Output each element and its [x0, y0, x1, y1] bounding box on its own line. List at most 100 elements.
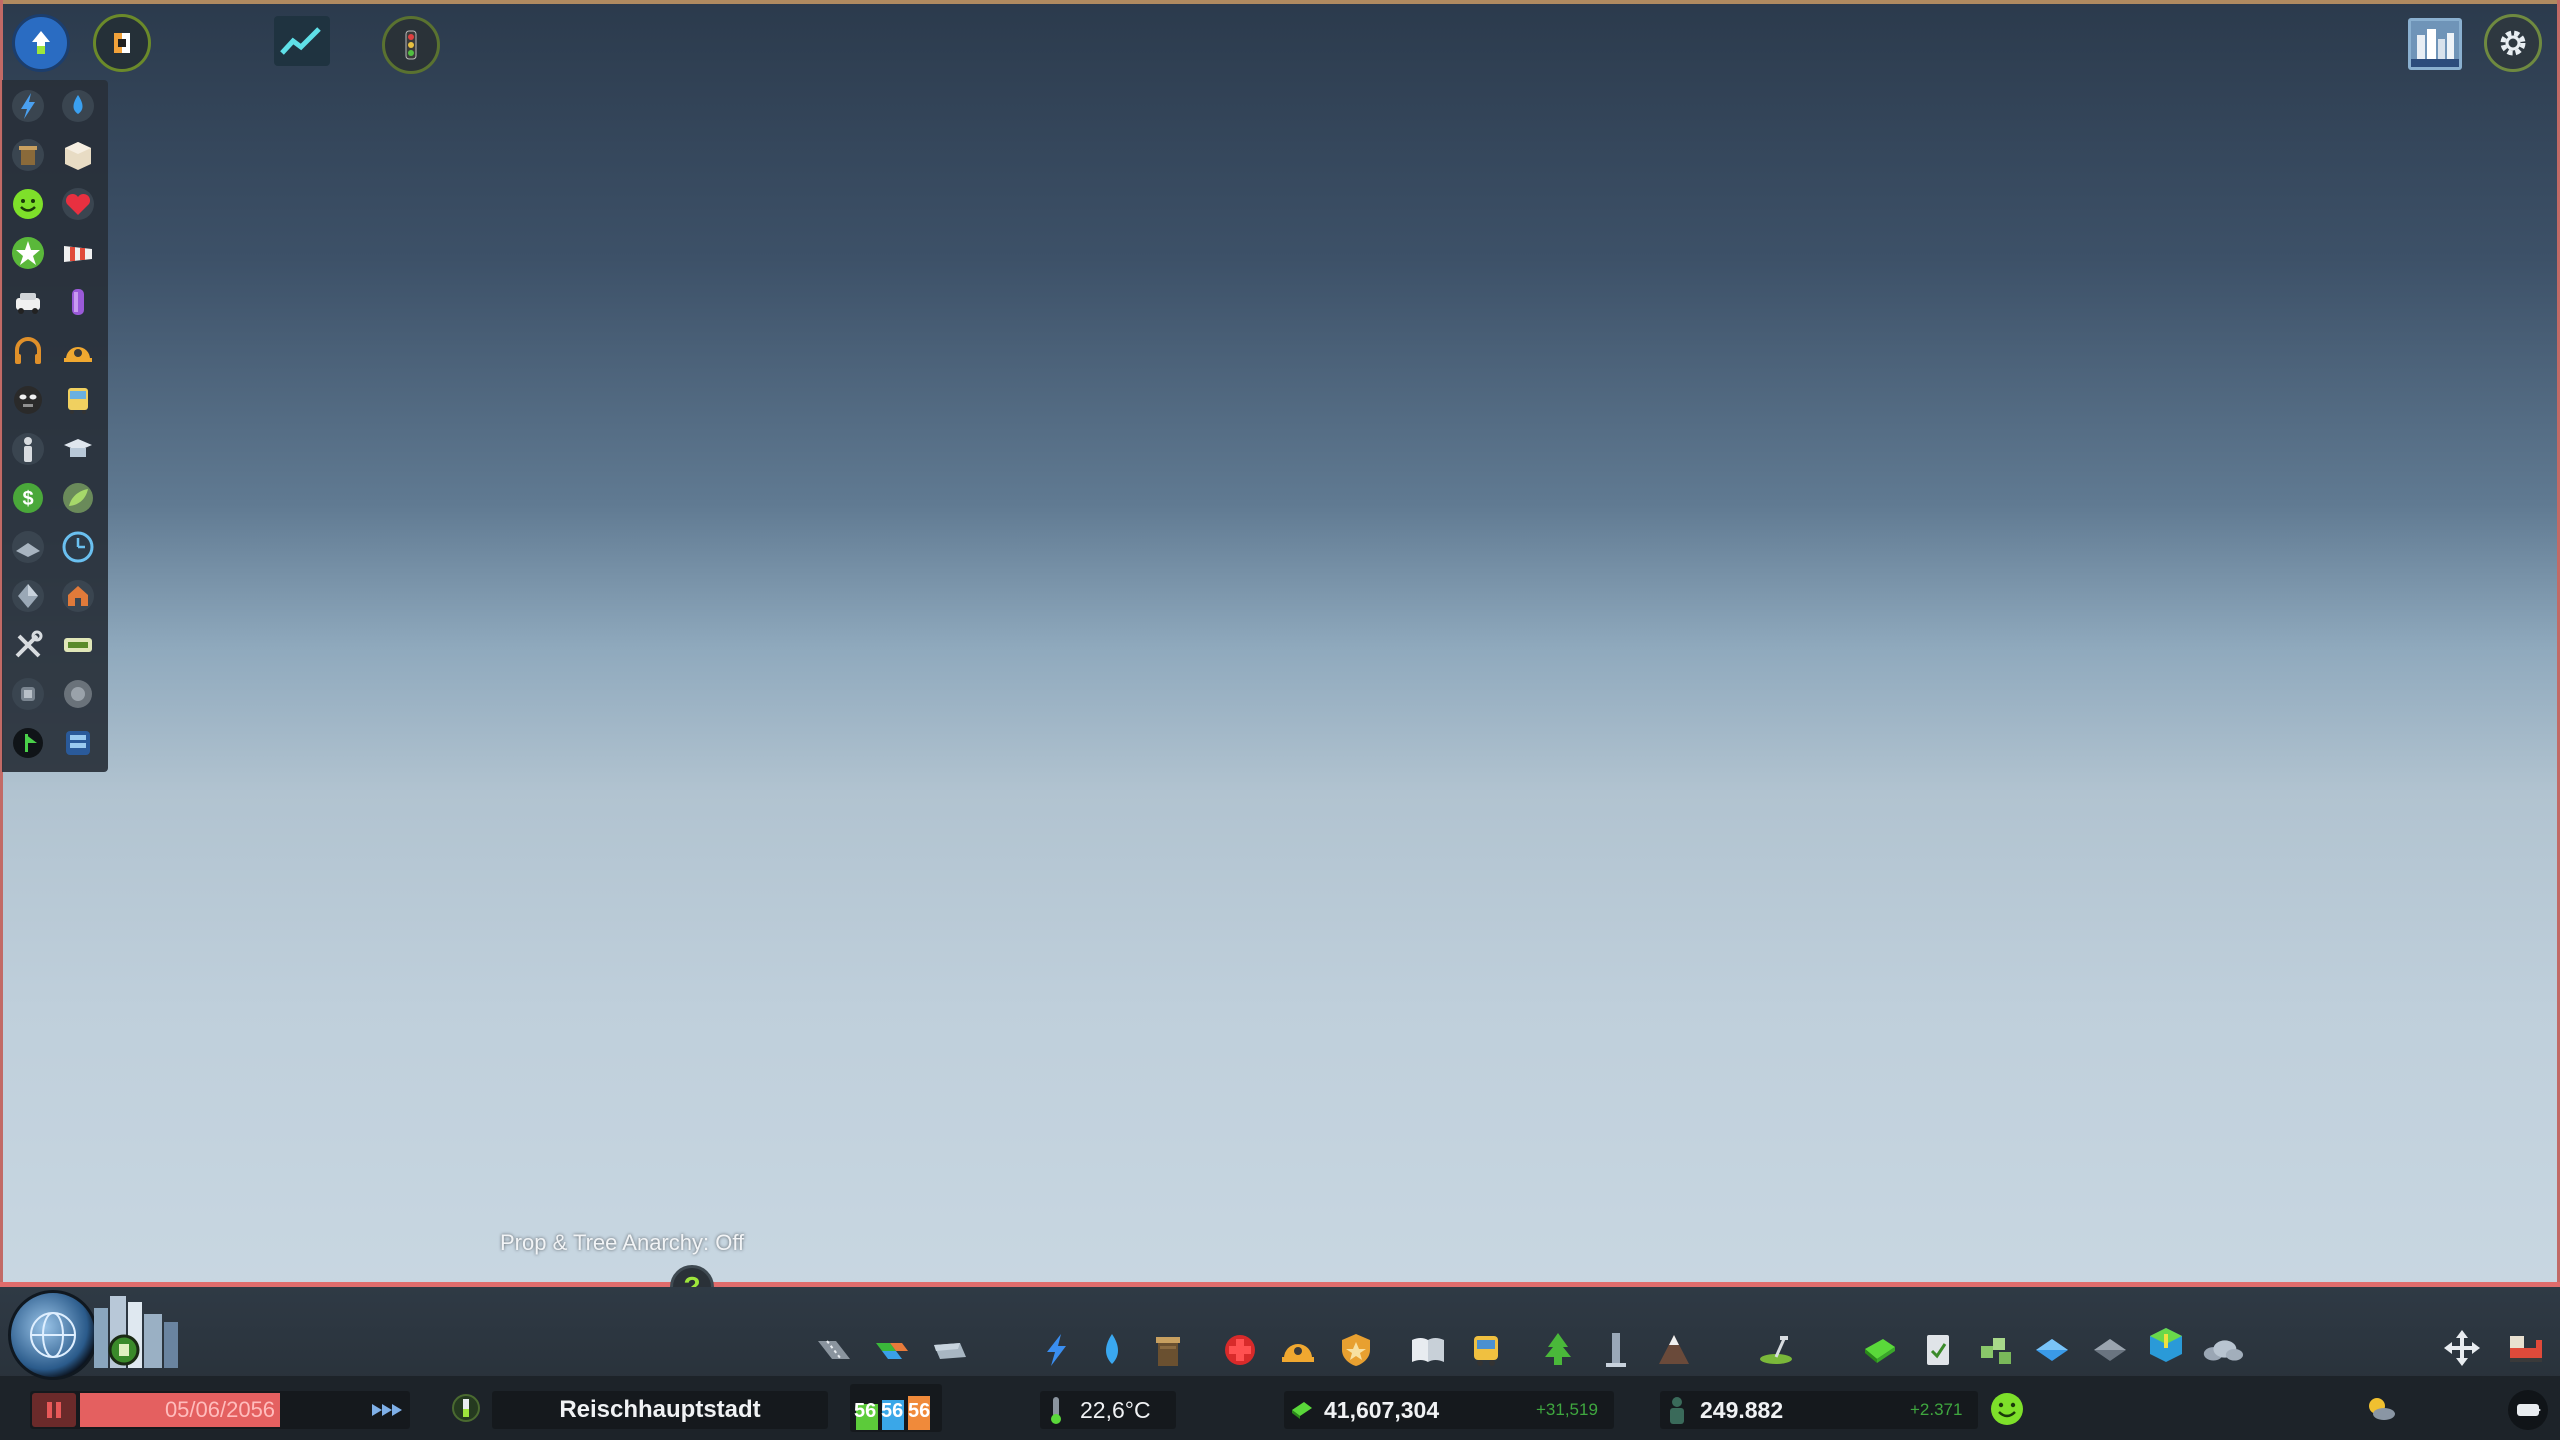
sidebar-item-wind[interactable] [58, 233, 98, 273]
settings-gear-icon [2500, 30, 2526, 56]
garbage-tool[interactable] [1146, 1328, 1190, 1372]
sidebar-item-population[interactable] [8, 429, 48, 469]
zoning-tool[interactable] [870, 1328, 914, 1372]
sidebar-item-terrain-height[interactable] [8, 576, 48, 616]
garbage-icon [12, 139, 44, 171]
water-ways-tool[interactable] [2030, 1328, 2074, 1372]
population-value: 249.882 [1700, 1397, 1784, 1423]
areas-icon [1981, 1338, 2011, 1364]
sidebar-item-snow[interactable] [8, 674, 48, 714]
chirper-bird-icon [2517, 1404, 2541, 1416]
sidebar-item-crime[interactable] [8, 380, 48, 420]
weather-icon [2369, 1398, 2395, 1420]
game-speed-button[interactable] [366, 1393, 410, 1427]
roads-icon [818, 1340, 850, 1360]
city-thumbnail-icon [2411, 21, 2459, 67]
fire-tool[interactable] [1276, 1328, 1320, 1372]
sidebar-item-pollution[interactable] [58, 282, 98, 322]
sidebar-item-education[interactable] [58, 429, 98, 469]
milestone-button[interactable] [446, 1388, 486, 1428]
unlock-button[interactable] [12, 14, 70, 72]
sidebar-item-public-transport[interactable] [58, 380, 98, 420]
chirper-button[interactable] [2508, 1390, 2548, 1430]
roads-tool[interactable] [812, 1328, 856, 1372]
transport-icon [1474, 1336, 1498, 1366]
sidebar-item-land-value[interactable] [8, 527, 48, 567]
pause-button[interactable] [32, 1393, 76, 1427]
transport-tool[interactable] [1464, 1328, 1508, 1372]
city-name[interactable]: Reischhauptstadt [492, 1391, 828, 1429]
prop-tree-anarchy-status: Prop & Tree Anarchy: Off [500, 1230, 745, 1255]
info-views-sidebar: $ [2, 80, 108, 772]
city-skyline-logo [84, 1282, 204, 1376]
population-delta: +2.371 [1910, 1400, 1963, 1419]
clouds-tool[interactable] [2200, 1328, 2244, 1372]
move-tool[interactable] [2440, 1326, 2484, 1370]
traffic-routes-button[interactable] [382, 16, 440, 74]
info-view-button[interactable] [93, 14, 151, 72]
residential-demand-value: 56 [854, 1400, 877, 1422]
areas-tool[interactable] [1974, 1328, 2018, 1372]
sidebar-item-happiness[interactable] [8, 184, 48, 224]
thermometer-icon [1048, 1395, 1064, 1430]
clouds-icon [2203, 1340, 2244, 1361]
sidebar-item-landfill[interactable] [58, 135, 98, 175]
sidebar-item-entertainment[interactable] [8, 233, 48, 273]
fire-safety-icon [64, 347, 92, 362]
disasters-tool[interactable] [2144, 1324, 2188, 1368]
landscaping-tool[interactable] [1754, 1328, 1798, 1372]
happiness-status-button[interactable] [1988, 1390, 2026, 1433]
sidebar-item-garbage[interactable] [8, 135, 48, 175]
traffic-car-icon [16, 293, 40, 314]
healthcare-icon [1225, 1335, 1255, 1365]
fast-forward-icon [372, 1404, 402, 1416]
settings-button[interactable] [2484, 14, 2542, 72]
svg-text:$: $ [22, 488, 33, 510]
electricity-icon [1047, 1334, 1066, 1366]
garbage-icon [1156, 1337, 1180, 1366]
economy-dollar-icon: $ [13, 483, 43, 513]
bulldozer-icon [2510, 1336, 2542, 1362]
globe-icon [30, 1312, 76, 1358]
natural-resources-icon [63, 483, 93, 513]
sidebar-item-tourism[interactable] [58, 723, 98, 763]
sidebar-item-maintenance[interactable] [8, 625, 48, 665]
bulldozer-tool[interactable] [2504, 1326, 2548, 1370]
education-icon [1412, 1338, 1444, 1362]
snow-icon [12, 678, 44, 710]
education-tool[interactable] [1406, 1328, 1450, 1372]
policies-tool[interactable] [1916, 1328, 1960, 1372]
districts-tool[interactable] [928, 1328, 972, 1372]
weather-button[interactable] [2364, 1394, 2398, 1429]
window-frame-top [0, 0, 2560, 4]
terrain-tool[interactable] [2088, 1328, 2132, 1372]
sidebar-item-health[interactable] [58, 184, 98, 224]
radio-icon [13, 728, 43, 758]
sidebar-item-fire-safety[interactable] [58, 331, 98, 371]
sidebar-item-noise[interactable] [8, 331, 48, 371]
city-thumbnail-button[interactable] [2408, 18, 2462, 70]
sidebar-item-economy[interactable]: $ [8, 478, 48, 518]
electricity-tool[interactable] [1034, 1328, 1078, 1372]
sidebar-item-natural-resources[interactable] [58, 478, 98, 518]
unique-buildings-tool[interactable] [1594, 1328, 1638, 1372]
parks-tool[interactable] [1536, 1328, 1580, 1372]
healthcare-tool[interactable] [1218, 1328, 1262, 1372]
sidebar-item-clock[interactable] [58, 527, 98, 567]
education-icon [64, 439, 92, 457]
sidebar-item-zoning[interactable] [58, 576, 98, 616]
sidebar-item-road-maintenance[interactable] [58, 625, 98, 665]
water-tool[interactable] [1090, 1328, 1134, 1372]
population-person-icon [12, 433, 44, 465]
game-date: 05/06/2056 [164, 1397, 276, 1422]
sidebar-item-traffic[interactable] [8, 282, 48, 322]
sidebar-item-heating[interactable] [58, 674, 98, 714]
monuments-tool[interactable] [1652, 1328, 1696, 1372]
police-tool[interactable] [1334, 1328, 1378, 1372]
sidebar-item-electricity[interactable] [8, 86, 48, 126]
industrial-demand-value: 56 [908, 1400, 931, 1422]
statistics-button[interactable] [274, 16, 330, 66]
sidebar-item-radio[interactable] [8, 723, 48, 763]
money-tool[interactable] [1858, 1328, 1902, 1372]
sidebar-item-water[interactable] [58, 86, 98, 126]
